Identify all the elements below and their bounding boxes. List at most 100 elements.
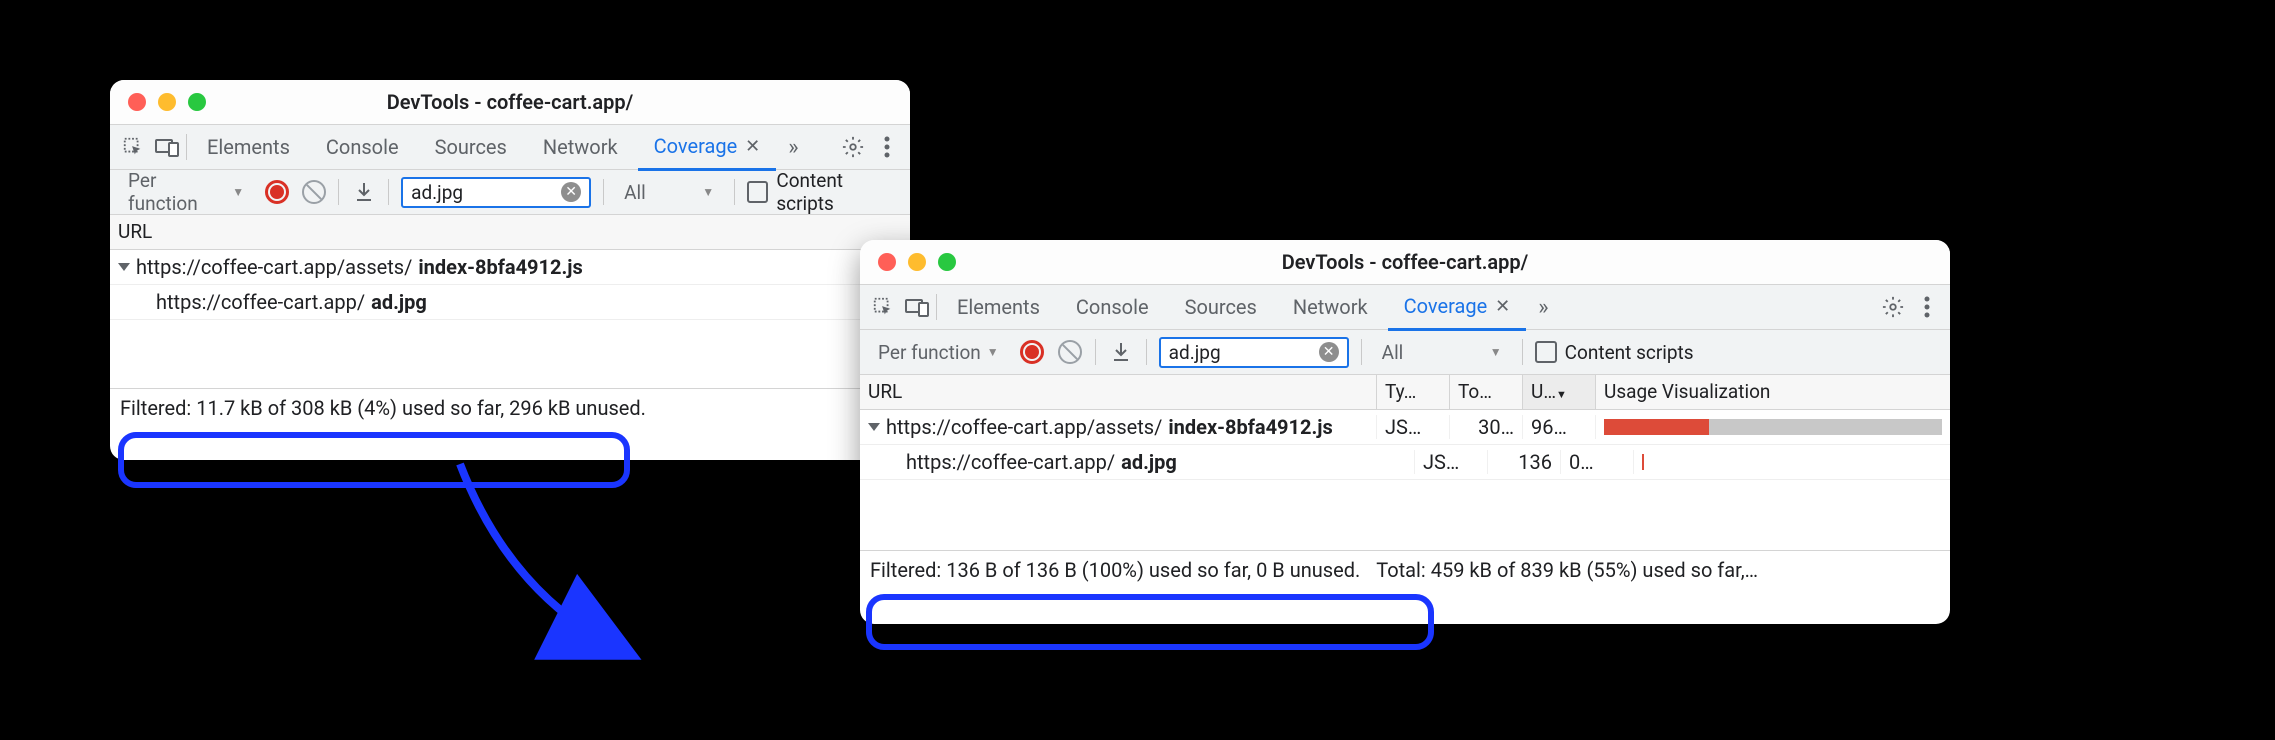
inspect-element-icon[interactable]	[118, 132, 148, 162]
dropdown-triangle-icon: ▼	[987, 345, 999, 359]
tab-elements[interactable]: Elements	[191, 125, 306, 169]
tab-sources[interactable]: Sources	[419, 125, 523, 169]
url-filter-value: ad.jpg	[1169, 341, 1221, 364]
device-toolbar-icon[interactable]	[152, 132, 182, 162]
tab-coverage[interactable]: Coverage ✕	[638, 124, 777, 171]
record-icon	[265, 180, 289, 204]
record-icon	[1020, 340, 1044, 364]
kebab-menu-icon[interactable]	[872, 132, 902, 162]
traffic-lights	[860, 253, 956, 271]
url-highlight: index-8bfa4912.js	[418, 255, 582, 279]
tab-console[interactable]: Console	[310, 125, 415, 169]
clear-input-icon[interactable]: ✕	[1319, 342, 1339, 362]
url-prefix: https://coffee-cart.app/	[906, 450, 1115, 474]
coverage-table-header: URL Ty… To… U…▼ Usage Visualization	[860, 375, 1950, 410]
url-highlight: ad.jpg	[1121, 450, 1177, 474]
col-type[interactable]: Ty…	[1377, 375, 1450, 409]
traffic-lights	[110, 93, 206, 111]
row-spacer	[110, 320, 910, 388]
clear-button[interactable]	[1057, 339, 1083, 365]
close-window-icon[interactable]	[128, 93, 146, 111]
usage-bar	[1642, 454, 1942, 470]
tab-network[interactable]: Network	[527, 125, 634, 169]
type-filter-label: All	[1382, 341, 1404, 364]
clear-input-icon[interactable]: ✕	[561, 182, 581, 202]
granularity-label: Per function	[878, 341, 981, 364]
usage-used-segment	[1604, 419, 1709, 435]
settings-gear-icon[interactable]	[1878, 292, 1908, 322]
url-filter-value: ad.jpg	[411, 181, 463, 204]
minimize-window-icon[interactable]	[158, 93, 176, 111]
col-unused[interactable]: U…▼	[1523, 375, 1596, 409]
tab-network[interactable]: Network	[1277, 285, 1384, 329]
type-filter-select[interactable]: All ▼	[616, 179, 722, 206]
col-total[interactable]: To…	[1450, 375, 1523, 409]
cell-type: JS…	[1377, 415, 1450, 439]
type-filter-select[interactable]: All ▼	[1374, 339, 1510, 366]
status-total: Total: 459 kB of 839 kB (55%) used so fa…	[1376, 558, 1940, 582]
settings-gear-icon[interactable]	[838, 132, 868, 162]
coverage-toolbar: Per function ▼ ad.jpg ✕ All ▼ Content sc…	[860, 330, 1950, 375]
tab-elements[interactable]: Elements	[941, 285, 1056, 329]
tab-console[interactable]: Console	[1060, 285, 1165, 329]
table-row[interactable]: https://coffee-cart.app/assets/index-8bf…	[860, 410, 1950, 445]
col-usage[interactable]: Usage Visualization	[1596, 375, 1950, 409]
export-button[interactable]	[1108, 339, 1134, 365]
url-filter-input[interactable]: ad.jpg ✕	[401, 177, 591, 208]
table-row[interactable]: https://coffee-cart.app/assets/index-8bf…	[110, 250, 910, 285]
window-title: DevTools - coffee-cart.app/	[860, 250, 1950, 274]
disclosure-triangle-icon[interactable]	[868, 423, 880, 431]
devtools-window-left: DevTools - coffee-cart.app/ Elements Con…	[110, 80, 910, 460]
more-tabs-icon[interactable]: »	[1530, 295, 1556, 320]
coverage-table-body: https://coffee-cart.app/assets/index-8bf…	[110, 250, 910, 388]
zoom-window-icon[interactable]	[938, 253, 956, 271]
col-url[interactable]: URL	[110, 215, 910, 249]
table-row[interactable]: https://coffee-cart.app/ad.jpg	[110, 285, 910, 320]
url-prefix: https://coffee-cart.app/assets/	[136, 255, 412, 279]
more-tabs-icon[interactable]: »	[780, 135, 806, 160]
inspect-element-icon[interactable]	[868, 292, 898, 322]
content-scripts-label: Content scripts	[1565, 341, 1694, 364]
content-scripts-label: Content scripts	[776, 169, 900, 215]
kebab-menu-icon[interactable]	[1912, 292, 1942, 322]
export-button[interactable]	[351, 179, 376, 205]
close-icon[interactable]: ✕	[1495, 296, 1510, 317]
titlebar[interactable]: DevTools - coffee-cart.app/	[860, 240, 1950, 285]
device-toolbar-icon[interactable]	[902, 292, 932, 322]
tab-sources[interactable]: Sources	[1169, 285, 1273, 329]
close-window-icon[interactable]	[878, 253, 896, 271]
col-url[interactable]: URL	[860, 375, 1377, 409]
separator	[1361, 339, 1362, 365]
url-filter-input[interactable]: ad.jpg ✕	[1159, 337, 1349, 368]
table-row[interactable]: https://coffee-cart.app/ad.jpg JS… 136 0…	[860, 445, 1950, 480]
record-button[interactable]	[264, 179, 289, 205]
close-icon[interactable]: ✕	[745, 136, 760, 157]
dropdown-triangle-icon: ▼	[1490, 345, 1502, 359]
cell-usage	[1596, 419, 1950, 435]
url-highlight: ad.jpg	[371, 290, 427, 314]
titlebar[interactable]: DevTools - coffee-cart.app/	[110, 80, 910, 125]
separator	[388, 179, 389, 205]
status-filtered: Filtered: 136 B of 136 B (100%) used so …	[870, 558, 1360, 582]
disclosure-triangle-icon[interactable]	[118, 263, 130, 271]
tab-coverage[interactable]: Coverage ✕	[1388, 284, 1527, 331]
sort-triangle-icon: ▼	[1556, 388, 1567, 401]
clear-button[interactable]	[301, 179, 326, 205]
dropdown-triangle-icon: ▼	[232, 185, 244, 199]
status-filtered: Filtered: 11.7 kB of 308 kB (4%) used so…	[120, 396, 646, 420]
window-title: DevTools - coffee-cart.app/	[110, 90, 910, 114]
record-button[interactable]	[1019, 339, 1045, 365]
separator	[936, 294, 937, 320]
content-scripts-checkbox[interactable]: Content scripts	[747, 169, 900, 215]
tab-coverage-label: Coverage	[654, 134, 738, 158]
tab-coverage-label: Coverage	[1404, 294, 1488, 318]
minimize-window-icon[interactable]	[908, 253, 926, 271]
separator	[338, 179, 339, 205]
separator	[1095, 339, 1096, 365]
content-scripts-checkbox[interactable]: Content scripts	[1535, 341, 1694, 364]
granularity-select[interactable]: Per function ▼	[870, 339, 1007, 366]
zoom-window-icon[interactable]	[188, 93, 206, 111]
col-unused-label: U…	[1531, 380, 1556, 403]
usage-bar	[1604, 419, 1942, 435]
granularity-select[interactable]: Per function ▼	[120, 167, 252, 217]
